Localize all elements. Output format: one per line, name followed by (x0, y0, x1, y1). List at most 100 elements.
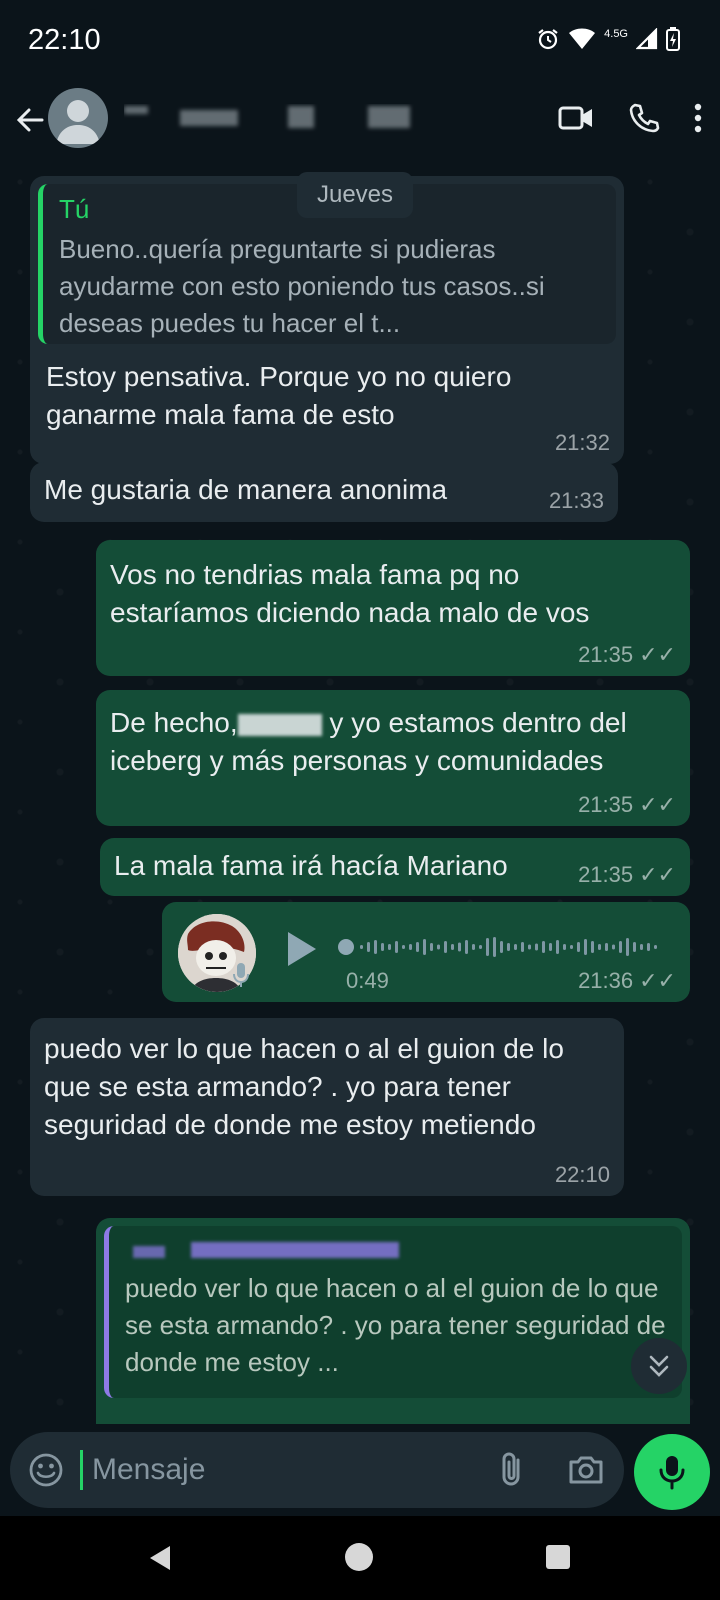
waveform-bar (360, 945, 363, 949)
contact-avatar[interactable] (48, 88, 108, 148)
waveform-bar (577, 942, 580, 952)
waveform-bar (605, 943, 608, 951)
waveform-bar (612, 944, 615, 950)
paperclip-icon (502, 1452, 520, 1486)
attach-button[interactable] (492, 1450, 532, 1490)
waveform-bar (535, 943, 538, 951)
waveform-bar (584, 939, 587, 955)
waveform-bar (549, 943, 552, 951)
waveform-bar (507, 943, 510, 951)
waveform-bar (395, 941, 398, 953)
camera-icon (569, 1456, 603, 1484)
waveform-bar (486, 938, 489, 956)
quote-text: Bueno..quería preguntarte si pudieras ay… (59, 234, 545, 338)
waveform-bar (493, 937, 496, 957)
message-time: 21:35 (578, 792, 634, 817)
message-incoming[interactable]: Me gustaria de manera anonima 21:33 (30, 462, 618, 522)
microphone-icon (659, 1456, 685, 1490)
back-button[interactable] (10, 98, 50, 142)
voice-call-button[interactable] (628, 102, 660, 139)
system-nav-bar (0, 1516, 720, 1600)
status-time: 22:10 (28, 24, 101, 56)
voice-duration: 0:49 (346, 968, 389, 993)
waveform-bar (598, 944, 601, 950)
waveform-bar (416, 942, 419, 952)
message-meta: 21:33 (549, 488, 604, 514)
waveform-bar (423, 939, 426, 955)
message-text-before: De hecho, (110, 707, 238, 738)
video-call-button[interactable] (558, 103, 594, 138)
waveform-bar (591, 941, 594, 953)
waveform-bar (472, 944, 475, 950)
voice-call-icon (629, 103, 660, 132)
waveform-scrubber[interactable] (338, 939, 354, 955)
alarm-icon (536, 27, 560, 56)
video-call-icon (558, 106, 592, 129)
waveform-bar (409, 944, 412, 950)
nav-back-button[interactable] (148, 1544, 172, 1577)
read-ticks-icon: ✓✓ (639, 862, 676, 887)
scroll-to-bottom-button[interactable] (631, 1338, 687, 1394)
message-time: 21:35 (578, 642, 634, 667)
message-meta: 21:32 (555, 430, 610, 456)
message-input-pill (10, 1432, 624, 1508)
voice-waveform[interactable] (338, 932, 658, 962)
message-incoming[interactable]: Tú Bueno..quería preguntarte si pudieras… (30, 176, 624, 464)
message-outgoing[interactable]: La mala fama irá hacía Mariano 21:35 ✓✓ (100, 838, 690, 896)
waveform-bar (430, 943, 433, 951)
quoted-message[interactable]: puedo ver lo que hacen o al el guion de … (104, 1226, 682, 1398)
message-text: De hecho, y yo estamos dentro del iceber… (110, 698, 676, 780)
nav-recents-button[interactable] (546, 1545, 570, 1569)
message-meta: 21:35 ✓✓ (578, 792, 676, 818)
message-input[interactable] (90, 1446, 474, 1494)
message-outgoing[interactable]: Vos no tendrias mala fama pq no estaríam… (96, 540, 690, 676)
voice-record-button[interactable] (634, 1434, 710, 1510)
chat-area[interactable]: Tú Bueno..quería preguntarte si pudieras… (0, 162, 720, 1424)
emoji-button[interactable] (28, 1452, 64, 1488)
camera-button[interactable] (566, 1450, 606, 1490)
waveform-bar (647, 943, 650, 951)
quote-text: puedo ver lo que hacen o al el guion de … (125, 1273, 666, 1377)
message-meta: 22:10 (555, 1162, 610, 1188)
message-time: 21:33 (548, 488, 604, 513)
waveform-bar (521, 942, 524, 952)
waveform-bar (402, 945, 405, 949)
message-meta: 21:36 ✓✓ (578, 968, 676, 994)
battery-icon (666, 26, 680, 56)
waveform-bar (640, 944, 643, 950)
mic-badge-icon (232, 962, 250, 993)
voice-message[interactable]: 0:49 21:36 ✓✓ (162, 902, 690, 1002)
read-ticks-icon: ✓✓ (639, 968, 676, 993)
text-caret (80, 1450, 83, 1490)
more-options-button[interactable] (694, 103, 702, 138)
signal-icon (635, 26, 658, 55)
waveform-bar (458, 942, 461, 952)
message-outgoing[interactable]: puedo ver lo que hacen o al el guion de … (96, 1218, 690, 1424)
status-bar: 22:10 4.5G (0, 0, 720, 80)
waveform-bar (542, 941, 545, 953)
nav-back-icon (150, 1546, 170, 1570)
emoji-icon (29, 1453, 63, 1487)
nav-home-button[interactable] (345, 1543, 373, 1571)
message-time: 21:36 (578, 968, 634, 993)
contact-name[interactable] (124, 104, 434, 134)
message-input-bar (0, 1424, 720, 1516)
arrow-left-icon (16, 108, 44, 132)
waveform-bar (388, 944, 391, 950)
message-time: 21:35 (578, 862, 634, 887)
double-chevron-down-icon (649, 1355, 669, 1377)
read-ticks-icon: ✓✓ (639, 642, 676, 667)
play-button[interactable] (286, 930, 318, 973)
message-outgoing[interactable]: De hecho, y yo estamos dentro del iceber… (96, 690, 690, 826)
waveform-bar (451, 944, 454, 950)
waveform-bar (367, 942, 370, 952)
message-incoming[interactable]: puedo ver lo que hacen o al el guion de … (30, 1018, 624, 1196)
header-actions (558, 98, 702, 142)
waveform-bar (528, 944, 531, 950)
waveform-bar (479, 945, 482, 949)
message-text: Vos no tendrias mala fama pq no estaríam… (110, 559, 590, 628)
play-icon (288, 932, 316, 966)
waveform-bar (563, 944, 566, 950)
message-text: puedo ver lo que hacen o al el guion de … (44, 1033, 572, 1140)
waveform-bar (500, 941, 503, 953)
